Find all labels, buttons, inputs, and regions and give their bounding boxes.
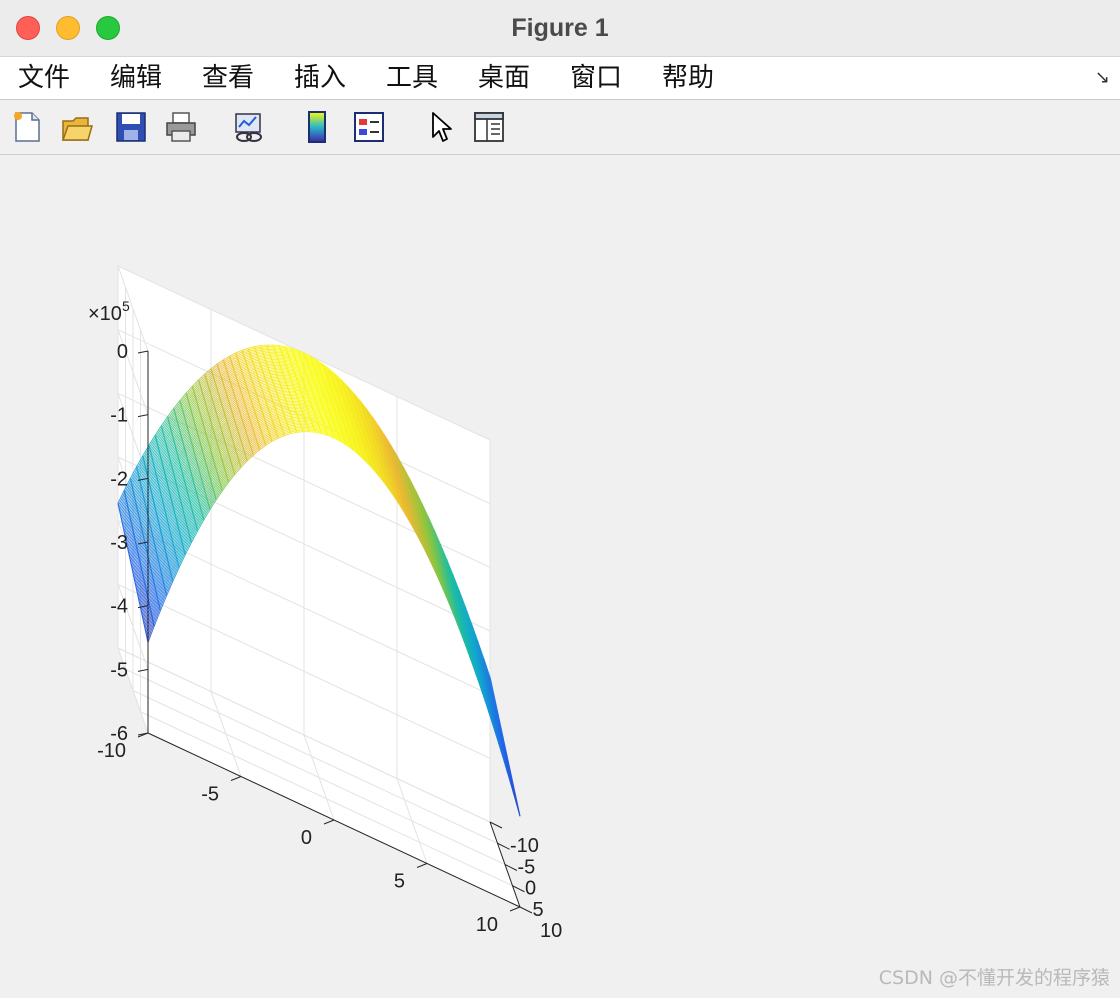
menu-help[interactable]: 帮助	[662, 57, 714, 99]
menu-insert[interactable]: 插入	[294, 57, 346, 99]
new-figure-icon[interactable]	[10, 110, 44, 144]
mesh-line-x	[307, 426, 314, 429]
colorbar-icon[interactable]	[300, 110, 334, 144]
x-tick	[416, 863, 428, 868]
mesh-line-x	[293, 422, 301, 425]
mesh-line-x	[264, 356, 271, 358]
pointer-icon[interactable]	[424, 110, 458, 144]
mesh-line-x	[291, 416, 299, 419]
mesh-line-x	[290, 412, 297, 414]
x-tick-label: -5	[201, 784, 219, 806]
mesh-line-x	[262, 350, 269, 352]
property-inspector-icon[interactable]	[472, 110, 506, 144]
mesh-line-x	[260, 344, 267, 347]
print-icon[interactable]	[164, 110, 198, 144]
mesh-line-x	[274, 348, 281, 351]
open-file-icon[interactable]	[60, 110, 94, 144]
menu-tools[interactable]: 工具	[386, 57, 438, 99]
z-tick-label: -3	[110, 532, 128, 554]
mesh-line-x	[265, 359, 272, 361]
z-tick-label: -4	[110, 596, 128, 618]
mesh-line-x	[295, 426, 302, 429]
mesh-line-x	[294, 425, 302, 427]
mesh-line-x	[289, 410, 297, 413]
mesh-line-x	[266, 362, 273, 364]
mesh-line-x	[261, 347, 268, 350]
mesh-line-x	[267, 363, 274, 366]
title-bar: Figure 1	[0, 0, 1120, 57]
x-tick-label: -10	[97, 740, 126, 762]
mesh-line-x	[272, 344, 280, 347]
x-tick-label: 5	[394, 871, 405, 893]
mesh-line-x	[261, 346, 268, 348]
mesh-line-x	[295, 428, 303, 430]
mesh-line-x	[308, 429, 315, 432]
mesh-line-x	[263, 353, 270, 355]
mesh-line-x	[309, 431, 316, 433]
mesh-line-x	[304, 418, 311, 420]
mesh-line-x	[308, 428, 315, 430]
y-tick	[519, 906, 533, 914]
y-tick-label: -10	[510, 835, 539, 857]
x-tick	[230, 776, 242, 781]
figure-canvas[interactable]: 0 -1 -2 -3 -4 -5 -6 -10 -5 0 5 10 -10 -5 0 5 10 ×105	[0, 156, 1120, 998]
figure-toolbar	[0, 100, 1120, 155]
save-icon[interactable]	[114, 110, 148, 144]
mesh-line-x	[303, 415, 310, 418]
mesh-line-x	[306, 423, 313, 426]
y-tick-label: 10	[540, 920, 562, 942]
link-plot-icon[interactable]	[232, 110, 266, 144]
mesh-line-x	[264, 354, 271, 357]
z-tick-label: 0	[117, 341, 128, 363]
mesh-line-x	[266, 360, 273, 363]
menu-file[interactable]: 文件	[18, 57, 70, 99]
menu-bar: 文件 编辑 查看 插入 工具 桌面 窗口 帮助 ↘	[0, 57, 1120, 100]
z-tick-label: -5	[110, 659, 128, 681]
mesh-line-x	[291, 415, 298, 417]
mesh-line-x	[304, 416, 311, 419]
mesh-line-x	[305, 419, 312, 422]
window-title: Figure 1	[511, 14, 609, 42]
menu-desktop[interactable]: 桌面	[478, 57, 530, 99]
z-tick-label: -1	[110, 405, 128, 427]
y-tick-label: 0	[525, 878, 536, 900]
menu-edit[interactable]: 编辑	[110, 57, 162, 99]
mesh-line-x	[303, 413, 310, 416]
mesh-line-x	[267, 364, 274, 367]
watermark: CSDN @不懂开发的程序猿	[878, 967, 1110, 989]
x-tick-label: 0	[301, 827, 312, 849]
x-tick-label: 10	[476, 914, 498, 936]
surface-plot[interactable]: 0-1-2-3-4-5-6-10-50510-10-50510 ×105	[0, 156, 1120, 998]
menu-view[interactable]: 查看	[202, 57, 254, 99]
mesh-line-x	[296, 429, 303, 432]
mesh-line-x	[305, 421, 312, 423]
dock-arrow-icon[interactable]: ↘	[1095, 67, 1110, 88]
mesh-line-x	[265, 357, 272, 360]
mesh-line-x	[263, 351, 270, 354]
mesh-line-x	[294, 423, 301, 426]
y-tick-label: -5	[518, 856, 536, 878]
x-tick	[509, 906, 521, 912]
mesh-line-x	[273, 347, 281, 349]
mesh-line-x	[290, 413, 298, 416]
mesh-line-x	[293, 421, 300, 423]
mesh-line-x	[292, 418, 299, 420]
z-tick-label: -2	[110, 468, 128, 490]
menu-window[interactable]: 窗口	[570, 57, 622, 99]
x-tick	[323, 819, 335, 825]
mesh-line-x	[307, 425, 314, 428]
mesh-line-x	[262, 348, 269, 351]
mesh-line-x	[306, 422, 313, 425]
mesh-line-x	[292, 419, 300, 422]
y-tick-label: 5	[533, 899, 544, 921]
mesh-line-x	[273, 346, 280, 348]
mesh-line-x	[296, 431, 304, 433]
legend-icon[interactable]	[352, 110, 386, 144]
